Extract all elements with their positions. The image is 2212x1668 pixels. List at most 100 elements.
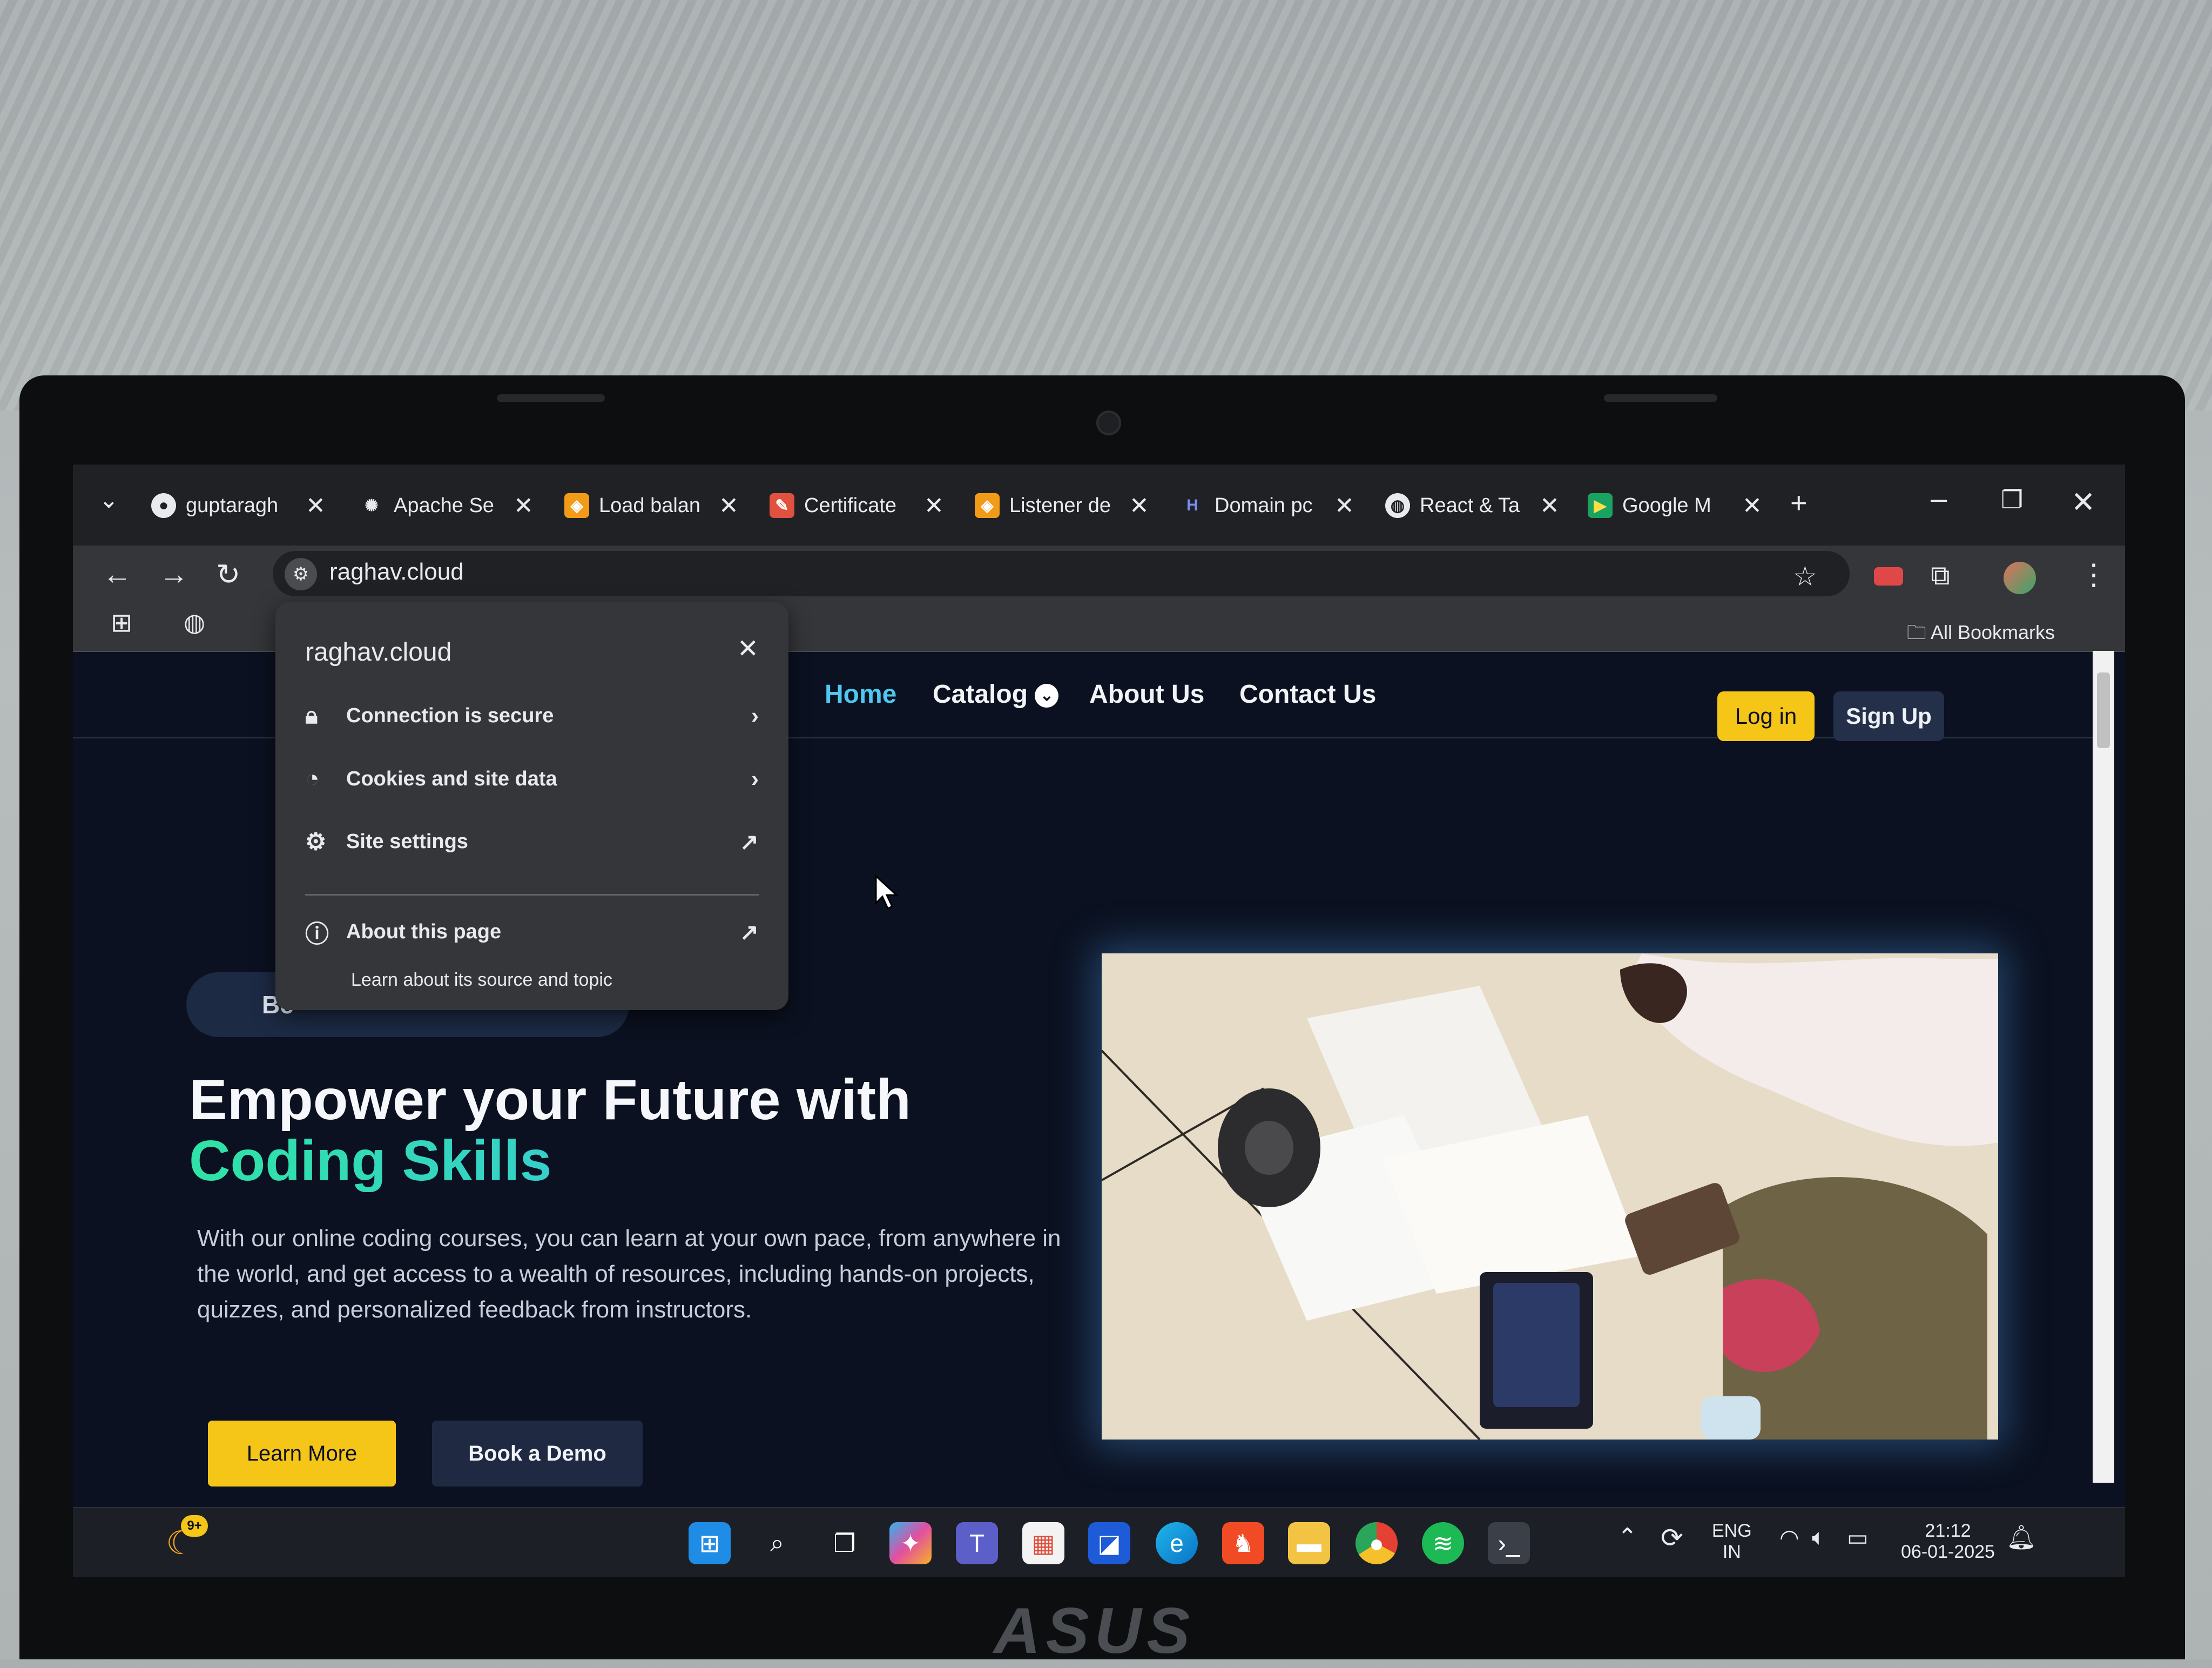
screen: ⌄ ● guptaragh ✕ ✺ Apache Se ✕ ◈ Load bal… bbox=[73, 465, 2125, 1577]
chrome-icon[interactable]: ● bbox=[1355, 1522, 1398, 1564]
close-tab-icon[interactable]: ✕ bbox=[514, 492, 534, 520]
about-page-label: About this page bbox=[346, 920, 502, 943]
hero-heading-line1: Empower your Future with bbox=[189, 1068, 911, 1132]
apps-grid-icon[interactable]: ⊞ bbox=[111, 608, 132, 638]
mouse-cursor-icon bbox=[875, 875, 899, 910]
tab-7[interactable]: ◍ React & Ta ✕ bbox=[1385, 483, 1560, 528]
bezel-notch-right bbox=[1604, 394, 1717, 402]
external-link-icon: ↗ bbox=[739, 919, 759, 945]
spotify-icon[interactable]: ≋ bbox=[1422, 1522, 1464, 1564]
hero-description: With our online coding courses, you can … bbox=[197, 1225, 1061, 1323]
cookie-icon: ◔ bbox=[305, 765, 320, 792]
bezel-notch-left bbox=[497, 394, 605, 402]
login-button[interactable]: Log in bbox=[1717, 691, 1815, 741]
signup-button[interactable]: Sign Up bbox=[1833, 691, 1944, 741]
reload-icon[interactable]: ↻ bbox=[216, 557, 240, 591]
study-desk-photo bbox=[1102, 953, 1998, 1440]
tab-6[interactable]: H Domain pc ✕ bbox=[1180, 483, 1354, 528]
windows-start-icon[interactable]: ⊞ bbox=[689, 1522, 731, 1564]
tab-1[interactable]: ● guptaragh ✕ bbox=[151, 483, 326, 528]
close-window-icon[interactable]: ✕ bbox=[2071, 485, 2095, 519]
nav-home[interactable]: Home bbox=[825, 680, 896, 709]
volume-icon[interactable]: 🔈︎ bbox=[1812, 1524, 1825, 1551]
laptop-logo: ASUS bbox=[994, 1595, 1196, 1667]
forward-icon[interactable]: → bbox=[159, 557, 188, 591]
lock-icon: 🔒︎ bbox=[305, 702, 318, 729]
learn-more-button[interactable]: Learn More bbox=[208, 1421, 396, 1487]
popup-title: raghav.cloud bbox=[305, 638, 452, 667]
region-label: IN bbox=[1722, 1542, 1741, 1562]
close-tab-icon[interactable]: ✕ bbox=[1334, 492, 1354, 520]
sync-icon[interactable]: ⟳ bbox=[1661, 1522, 1683, 1553]
cookies-item[interactable]: ◔ Cookies and site data › bbox=[305, 760, 759, 798]
chevron-down-icon: ⌄ bbox=[1035, 684, 1059, 708]
clock[interactable]: 21:12 06-01-2025 bbox=[1901, 1521, 1995, 1563]
about-page-item[interactable]: ⓘ About this page ↗ bbox=[305, 913, 759, 951]
all-bookmarks[interactable]: 🗀 All Bookmarks bbox=[1907, 618, 2055, 651]
aws-cert-icon: ✎ bbox=[770, 493, 794, 518]
minimize-icon[interactable]: – bbox=[1931, 482, 1947, 515]
url-text[interactable]: raghav.cloud bbox=[329, 559, 464, 586]
bookmark-star-icon[interactable]: ☆ bbox=[1793, 561, 1817, 592]
tab-title: Google M bbox=[1622, 494, 1711, 517]
external-link-icon: ↗ bbox=[739, 829, 759, 855]
cookies-label: Cookies and site data bbox=[346, 767, 557, 790]
search-icon[interactable]: ⌕ bbox=[756, 1522, 798, 1564]
globe-bookmark-icon[interactable]: ◍ bbox=[184, 608, 205, 637]
tab-8[interactable]: ▶ Google M ✕ bbox=[1588, 483, 1762, 528]
copilot-icon[interactable]: ✦ bbox=[889, 1522, 932, 1564]
openai-icon: ✺ bbox=[365, 496, 379, 515]
tab-title: guptaragh bbox=[186, 494, 279, 517]
tab-title: Listener de bbox=[1009, 494, 1111, 517]
close-tab-icon[interactable]: ✕ bbox=[1540, 492, 1560, 520]
brave-icon[interactable]: ♞ bbox=[1222, 1522, 1264, 1564]
site-settings-item[interactable]: ⚙ Site settings ↗ bbox=[305, 823, 759, 860]
back-icon[interactable]: ← bbox=[103, 557, 132, 591]
nav-contact[interactable]: Contact Us bbox=[1239, 680, 1376, 709]
notification-bell-icon[interactable]: 🔔︎ bbox=[2006, 1523, 2036, 1551]
nav-catalog[interactable]: Catalog ⌄ bbox=[933, 680, 1059, 709]
site-info-icon[interactable]: ⚙ bbox=[285, 558, 317, 590]
battery-icon[interactable]: ▭ bbox=[1847, 1524, 1869, 1551]
tab-search-chevron-icon[interactable]: ⌄ bbox=[99, 486, 119, 514]
tab-4[interactable]: ✎ Certificate ✕ bbox=[770, 483, 944, 528]
extension-red-icon[interactable] bbox=[1874, 567, 1903, 586]
new-tab-icon[interactable]: + bbox=[1790, 486, 1808, 520]
close-tab-icon[interactable]: ✕ bbox=[1129, 492, 1149, 520]
store-icon[interactable]: ▦ bbox=[1022, 1522, 1064, 1564]
nav-catalog-label: Catalog bbox=[933, 680, 1028, 709]
scrollbar-thumb[interactable] bbox=[2097, 672, 2110, 748]
all-bookmarks-label: All Bookmarks bbox=[1930, 621, 2055, 643]
close-tab-icon[interactable]: ✕ bbox=[719, 492, 739, 520]
teams-icon[interactable]: T bbox=[956, 1522, 998, 1564]
chevron-up-icon[interactable]: ⌃ bbox=[1617, 1523, 1637, 1551]
tab-5[interactable]: ◈ Listener de ✕ bbox=[975, 483, 1149, 528]
connection-secure-item[interactable]: 🔒︎ Connection is secure › bbox=[305, 697, 759, 735]
nav-about[interactable]: About Us bbox=[1089, 680, 1204, 709]
language-indicator[interactable]: ENG IN bbox=[1712, 1521, 1752, 1563]
page-scrollbar[interactable] bbox=[2093, 651, 2114, 1483]
wifi-icon[interactable]: ◠ bbox=[1779, 1524, 1799, 1551]
chevron-right-icon: › bbox=[751, 766, 759, 791]
google-meet-icon: ▶ bbox=[1588, 493, 1613, 518]
tab-2[interactable]: ✺ Apache Se ✕ bbox=[359, 483, 534, 528]
tab-title: Certificate bbox=[804, 494, 897, 517]
file-explorer-icon[interactable]: ▬ bbox=[1288, 1522, 1330, 1564]
restore-icon[interactable]: ❐ bbox=[2001, 485, 2023, 514]
tab-3[interactable]: ◈ Load balan ✕ bbox=[564, 483, 739, 528]
app-blue-icon[interactable]: ◪ bbox=[1088, 1522, 1130, 1564]
address-bar[interactable] bbox=[273, 551, 1850, 596]
edge-icon[interactable]: e bbox=[1156, 1522, 1198, 1564]
extensions-puzzle-icon[interactable]: ⧉ bbox=[1931, 560, 1950, 591]
terminal-icon[interactable]: ›_ bbox=[1488, 1522, 1530, 1564]
hero-heading-highlight: Coding Skills bbox=[189, 1130, 999, 1192]
close-tab-icon[interactable]: ✕ bbox=[1742, 492, 1762, 520]
task-view-icon[interactable]: ❐ bbox=[824, 1522, 866, 1564]
book-demo-button[interactable]: Book a Demo bbox=[432, 1421, 643, 1487]
profile-avatar[interactable] bbox=[2004, 562, 2036, 594]
close-tab-icon[interactable]: ✕ bbox=[306, 492, 326, 520]
language-label: ENG bbox=[1712, 1521, 1752, 1541]
close-tab-icon[interactable]: ✕ bbox=[924, 492, 944, 520]
menu-kebab-icon[interactable]: ⋮ bbox=[2079, 557, 2108, 591]
close-icon[interactable]: ✕ bbox=[737, 634, 759, 664]
